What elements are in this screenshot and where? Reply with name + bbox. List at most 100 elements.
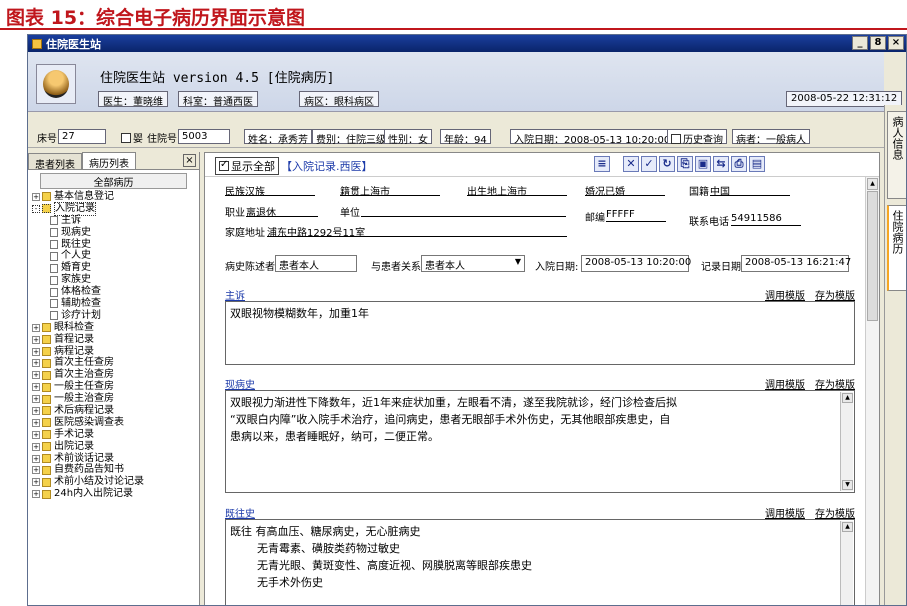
record-date-input[interactable]: 2008-05-13 16:21:47 [741,255,851,272]
tree-item[interactable]: + 术后病程记录 [28,405,199,417]
tab-inpatient-record[interactable]: 住院病历 [887,205,906,291]
tree-item[interactable]: +24h内入出院记录 [28,488,199,500]
expand-icon[interactable]: + [32,383,40,392]
marital-field[interactable]: 婚况已婚 [585,183,665,198]
tree-item[interactable]: - 入院记录 [28,201,199,216]
expand-icon[interactable]: + [32,418,40,427]
tab-patient-info[interactable]: 病人信息 [887,111,906,199]
scroll-down-icon[interactable]: ▼ [842,480,853,490]
dropdown-arrow-icon[interactable]: ▼ [515,257,521,266]
tab-patient-list[interactable]: 患者列表 [28,153,82,171]
tree-item[interactable]: + 首程记录 [28,334,199,346]
tree-item[interactable]: + 一般主治查房 [28,393,199,405]
work-unit-input[interactable] [361,204,566,217]
tree-item[interactable]: + 术前谈话记录 [28,453,199,465]
tab-record-list[interactable]: 病历列表 [82,152,136,170]
postcode-input[interactable]: FFFFF [606,209,666,222]
section-present-illness-title[interactable]: 现病史 [225,376,255,391]
expand-icon[interactable]: + [32,430,40,439]
tree-item[interactable]: 诊疗计划 [28,310,199,322]
show-all-checkbox[interactable]: 显示全部 [215,157,279,175]
editor-scrollbar[interactable]: ▲ [865,177,879,605]
tree-item[interactable]: 主诉 [28,215,199,227]
nationality-input[interactable]: 中国 [710,183,790,198]
tree-item[interactable]: 婚育史 [28,262,199,274]
past-history-textarea[interactable]: 既往 有高血压、糖尿病史，无心脏病史 无青霉素、磺胺类药物过敏史 无青光眼、黄斑… [225,519,855,605]
tree-item[interactable]: + 一般主任查房 [28,381,199,393]
expand-icon[interactable]: + [32,335,40,344]
scroll-up-icon[interactable]: ▲ [842,522,853,532]
admit-date-input[interactable]: 2008-05-13 10:20:00 [581,255,691,272]
tree-item[interactable]: + 医院感染调查表 [28,417,199,429]
tree-item[interactable]: + 出院记录 [28,441,199,453]
refresh-icon[interactable]: ↻ [659,156,675,172]
inpatient-input[interactable]: 5003 [178,129,230,144]
expand-icon[interactable]: + [32,347,40,356]
expand-icon[interactable]: + [32,466,40,475]
section-chief-complaint-title[interactable]: 主诉 [225,287,245,302]
tree-item[interactable]: 体格检查 [28,286,199,298]
copy-icon[interactable]: ⎘ [677,156,693,172]
past-history-scrollbar[interactable]: ▲ [840,521,853,605]
expand-icon[interactable]: + [32,359,40,368]
chief-complaint-textarea[interactable]: 双眼视物模糊数年，加重1年 [225,301,855,365]
tree-item[interactable]: + 首次主任查房 [28,357,199,369]
baby-check-icon[interactable] [121,133,131,143]
expand-icon[interactable]: + [32,192,40,201]
clipboard-icon[interactable]: ▤ [749,156,765,172]
expand-icon[interactable]: + [32,323,40,332]
expand-icon[interactable]: + [32,442,40,451]
narrator-label: 病史陈述者 [225,262,275,273]
print-preview-icon[interactable]: ⇆ [713,156,729,172]
expand-icon[interactable]: + [32,395,40,404]
save-icon[interactable]: ▣ [695,156,711,172]
all-records-header[interactable]: 全部病历 [40,173,187,189]
present-illness-textarea[interactable]: 双眼视力渐进性下降数年，近1年来症状加重，左眼看不清，遂至我院就诊，经门诊检查后… [225,390,855,493]
expand-icon[interactable]: + [32,406,40,415]
tree-item[interactable]: + 眼科检查 [28,322,199,334]
delete-icon[interactable]: ✕ [623,156,639,172]
window-titlebar[interactable]: 住院医生站 [28,35,906,52]
sex-field: 性别：女 [384,129,432,146]
native-place-field[interactable]: 籍贯上海市 [340,183,440,198]
expand-icon[interactable]: + [32,454,40,463]
address-input[interactable]: 浦东中路1292号11室 [267,224,567,239]
tree-item[interactable]: 现病史 [28,227,199,239]
restore-button[interactable]: 8 [870,36,886,50]
collapse-icon[interactable]: - [32,204,40,213]
nationality-label: 国籍 [689,187,709,198]
bed-input[interactable]: 27 [58,129,106,144]
minimize-button[interactable]: _ [852,36,868,50]
phone-input[interactable]: 54911586 [731,213,801,226]
scroll-thumb[interactable] [867,191,878,321]
show-all-check-icon[interactable] [219,159,229,171]
expand-icon[interactable]: + [32,371,40,380]
tree-item[interactable]: + 术前小结及讨论记录 [28,476,199,488]
tree-item[interactable]: + 病程记录 [28,346,199,358]
tree-item[interactable]: 个人史 [28,250,199,262]
occupation-input[interactable]: 离退休 [246,204,318,219]
ethnicity-field[interactable]: 民族汉族 [225,183,315,198]
history-query-button[interactable]: 历史查询 [667,129,727,146]
section-past-history-title[interactable]: 既往史 [225,505,255,520]
scroll-up-icon[interactable]: ▲ [842,393,853,403]
tree-item[interactable]: 既往史 [28,239,199,251]
tree-item[interactable]: + 手术记录 [28,429,199,441]
close-button[interactable]: × [888,36,904,50]
tree-item[interactable]: + 自费药品告知书 [28,464,199,476]
narrator-input[interactable]: 患者本人 [275,255,357,272]
expand-icon[interactable]: + [32,490,40,499]
present-illness-scrollbar[interactable]: ▲ ▼ [840,392,853,491]
tree-item[interactable]: + 首次主治查房 [28,369,199,381]
tree-item[interactable]: 辅助检查 [28,298,199,310]
relation-select[interactable]: 患者本人 ▼ [421,255,525,272]
birthplace-field[interactable]: 出生地上海市 [467,183,567,198]
list-icon[interactable]: ≡ [594,156,610,172]
expand-icon[interactable]: + [32,478,40,487]
scroll-up-icon[interactable]: ▲ [867,178,878,190]
check-icon[interactable]: ✓ [641,156,657,172]
baby-checkbox[interactable]: 婴 [118,129,146,145]
print-icon[interactable]: ⎙ [731,156,747,172]
panel-close-button[interactable]: × [183,154,196,167]
tree-item[interactable]: 家族史 [28,274,199,286]
